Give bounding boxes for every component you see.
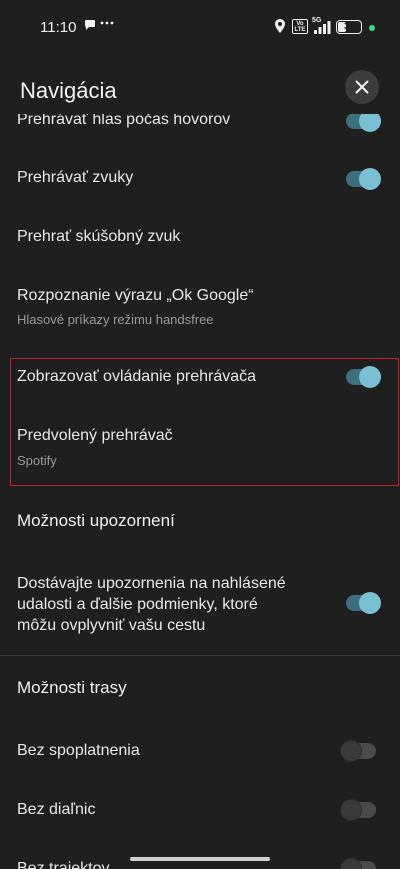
setting-label-line-3: môžu ovplyvniť vašu cestu	[17, 617, 206, 634]
setting-label-line-2: udalosti a ďalšie podmienky, ktoré	[17, 596, 258, 613]
toggle-switch[interactable]	[346, 592, 381, 614]
status-bar: 11:10 Vo LTE 5G 37	[0, 0, 400, 56]
chat-bubble-icon	[84, 19, 96, 34]
setting-ok-google[interactable]: Rozpoznanie výrazu „Ok Google“ Hlasové p…	[0, 268, 400, 338]
toggle-switch[interactable]	[340, 740, 376, 762]
setting-reported-events[interactable]: Dostávajte upozornenia na nahlásené udal…	[0, 565, 400, 645]
setting-label: Zobrazovať ovládanie prehrávača	[17, 368, 257, 385]
toggle-switch[interactable]	[346, 168, 381, 190]
section-title-route-options: Možnosti trasy	[17, 678, 127, 697]
battery-icon: 37	[336, 20, 362, 34]
toggle-switch[interactable]	[346, 110, 381, 132]
more-dots-icon	[100, 16, 114, 33]
battery-level: 37	[343, 21, 354, 31]
setting-label: Prehrať skúšobný zvuk	[17, 228, 181, 245]
gesture-navigation-bar[interactable]	[130, 857, 270, 861]
toggle-switch[interactable]	[346, 366, 381, 388]
volte-icon: Vo LTE	[292, 19, 308, 34]
status-time: 11:10	[40, 19, 77, 36]
setting-media-controls[interactable]: Zobrazovať ovládanie prehrávača	[0, 358, 400, 408]
setting-avoid-tolls[interactable]: Bez spoplatnenia	[0, 722, 400, 778]
setting-play-sounds[interactable]: Prehrávať zvuky	[0, 150, 400, 206]
page-header: Navigácia	[0, 56, 400, 114]
setting-label: Prehrávať zvuky	[17, 169, 134, 186]
page-title: Navigácia	[20, 78, 117, 103]
divider	[0, 655, 400, 656]
section-title-notifications: Možnosti upozornení	[17, 511, 175, 530]
toggle-switch[interactable]	[340, 799, 376, 821]
setting-avoid-ferries[interactable]: Bez trajektov	[0, 840, 400, 869]
setting-label-line-1: Dostávajte upozornenia na nahlásené	[17, 575, 286, 592]
setting-label: Predvolený prehrávač	[17, 427, 173, 444]
setting-avoid-highways[interactable]: Bez diaľnic	[0, 781, 400, 837]
camera-active-dot-icon	[369, 25, 375, 31]
setting-label: Bez trajektov	[17, 860, 110, 869]
setting-label: Bez diaľnic	[17, 801, 96, 818]
setting-label: Rozpoznanie výrazu „Ok Google“	[17, 287, 254, 304]
setting-test-sound[interactable]: Prehrať skúšobný zvuk	[0, 210, 400, 266]
location-icon	[274, 18, 286, 39]
close-icon	[355, 80, 369, 94]
close-button[interactable]	[345, 70, 379, 104]
setting-subtitle: Spotify	[17, 453, 57, 468]
toggle-switch[interactable]	[340, 858, 376, 869]
setting-default-player[interactable]: Predvolený prehrávač Spotify	[0, 412, 400, 482]
setting-label: Bez spoplatnenia	[17, 742, 140, 759]
setting-subtitle: Hlasové príkazy režimu handsfree	[17, 312, 214, 327]
